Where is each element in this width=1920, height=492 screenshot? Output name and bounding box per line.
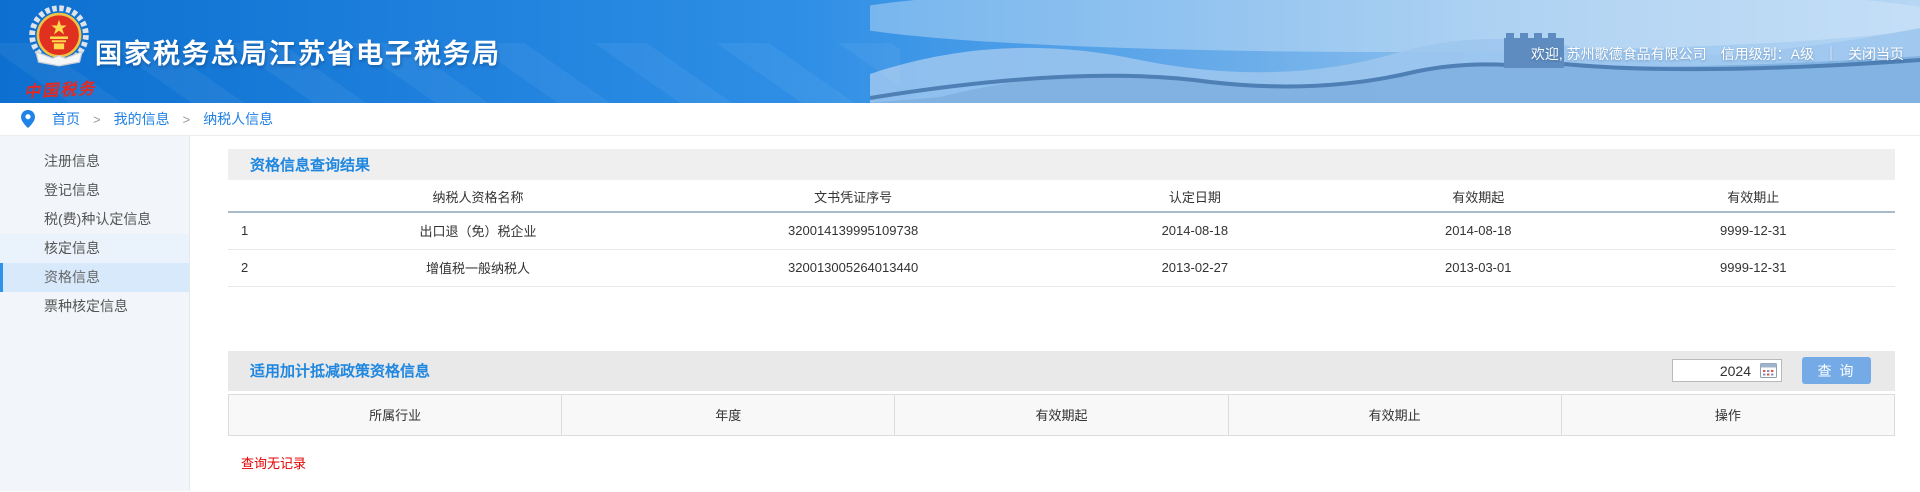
column-valid-from: 有效期起 — [895, 394, 1228, 435]
column-valid-from: 有效期起 — [1345, 182, 1612, 212]
qualification-results-table: 纳税人资格名称 文书凭证序号 认定日期 有效期起 有效期止 1 出口退（免）税企… — [228, 182, 1895, 287]
cell-seq: 2 — [228, 249, 295, 286]
top-banner: 中国税务 国家税务总局江苏省电子税务局 欢迎, 苏州歌德食品有限公司 信用级别：… — [0, 0, 1920, 103]
tax-emblem-icon — [27, 5, 91, 73]
cell-valid-from: 2013-03-01 — [1345, 249, 1612, 286]
column-confirm-date: 认定日期 — [1045, 182, 1345, 212]
breadcrumb-home[interactable]: 首页 — [52, 109, 80, 129]
site-title: 国家税务总局江苏省电子税务局 — [95, 32, 501, 71]
sidebar-item-invoice-type-info[interactable]: 票种核定信息 — [0, 292, 189, 321]
sidebar-item-tax-type-info[interactable]: 税(费)种认定信息 — [0, 205, 189, 234]
column-actions: 操作 — [1561, 394, 1894, 435]
etax-page: 中国税务 国家税务总局江苏省电子税务局 欢迎, 苏州歌德食品有限公司 信用级别：… — [0, 0, 1920, 492]
cell-qualification-name: 出口退（免）税企业 — [295, 212, 662, 249]
welcome-separator: ｜ — [1824, 44, 1838, 64]
sidebar-item-qualification-info[interactable]: 资格信息 — [0, 263, 189, 292]
cell-qualification-name: 增值税一般纳税人 — [295, 249, 662, 286]
table-row: 2 增值税一般纳税人 320013005264013440 2013-02-27… — [228, 249, 1895, 286]
main-content: 资格信息查询结果 纳税人资格名称 文书凭证序号 认定日期 有效期起 有效期止 — [190, 136, 1920, 491]
cell-confirm-date: 2013-02-27 — [1045, 249, 1345, 286]
cell-doc-serial: 320013005264013440 — [661, 249, 1044, 286]
policy-section-title: 适用加计抵减政策资格信息 — [228, 360, 430, 381]
breadcrumb-my-info[interactable]: 我的信息 — [114, 109, 170, 129]
breadcrumb-separator: > — [93, 112, 101, 127]
logo-caption: 中国税务 — [23, 74, 114, 103]
close-page-link[interactable]: 关闭当页 — [1848, 44, 1904, 64]
sidebar-item-registration-info[interactable]: 登记信息 — [0, 176, 189, 205]
cell-seq: 1 — [228, 212, 295, 249]
column-year: 年度 — [562, 394, 895, 435]
column-valid-to: 有效期止 — [1228, 394, 1561, 435]
sidebar: 注册信息 登记信息 税(费)种认定信息 核定信息 资格信息 票种核定信息 — [0, 136, 190, 491]
cell-doc-serial: 320014139995109738 — [661, 212, 1044, 249]
qualification-section-title: 资格信息查询结果 — [228, 154, 370, 175]
welcome-area: 欢迎, 苏州歌德食品有限公司 信用级别：A级 ｜ 关闭当页 — [1531, 44, 1904, 64]
sidebar-item-assessment-info[interactable]: 核定信息 — [0, 234, 189, 263]
cell-valid-to: 9999-12-31 — [1612, 212, 1895, 249]
cell-valid-to: 9999-12-31 — [1612, 249, 1895, 286]
column-qualification-name: 纳税人资格名称 — [295, 182, 662, 212]
table-row: 1 出口退（免）税企业 320014139995109738 2014-08-1… — [228, 212, 1895, 249]
policy-table: 所属行业 年度 有效期起 有效期止 操作 — [228, 394, 1895, 436]
search-button[interactable]: 查 询 — [1802, 357, 1871, 384]
cell-confirm-date: 2014-08-18 — [1045, 212, 1345, 249]
qualification-section-bar: 资格信息查询结果 — [228, 149, 1895, 180]
cell-valid-from: 2014-08-18 — [1345, 212, 1612, 249]
breadcrumb: 首页 > 我的信息 > 纳税人信息 — [0, 103, 1920, 136]
column-seq — [228, 182, 295, 212]
breadcrumb-taxpayer-info[interactable]: 纳税人信息 — [203, 109, 273, 129]
policy-section-bar: 适用加计抵减政策资格信息 查 询 — [228, 351, 1895, 391]
year-picker — [1672, 359, 1782, 382]
table-header-row: 纳税人资格名称 文书凭证序号 认定日期 有效期起 有效期止 — [228, 182, 1895, 212]
sidebar-item-register-info[interactable]: 注册信息 — [0, 147, 189, 176]
no-records-message: 查询无记录 — [241, 453, 1920, 472]
breadcrumb-separator: > — [183, 112, 191, 127]
credit-rating: 信用级别：A级 — [1721, 44, 1814, 64]
column-valid-to: 有效期止 — [1612, 182, 1895, 212]
table-header-row: 所属行业 年度 有效期起 有效期止 操作 — [229, 394, 1895, 435]
calendar-icon[interactable] — [1760, 363, 1777, 378]
column-doc-serial: 文书凭证序号 — [661, 182, 1044, 212]
location-pin-icon — [21, 110, 35, 128]
welcome-text: 欢迎, 苏州歌德食品有限公司 — [1531, 44, 1707, 64]
body-row: 注册信息 登记信息 税(费)种认定信息 核定信息 资格信息 票种核定信息 资格信… — [0, 136, 1920, 491]
column-industry: 所属行业 — [229, 394, 562, 435]
